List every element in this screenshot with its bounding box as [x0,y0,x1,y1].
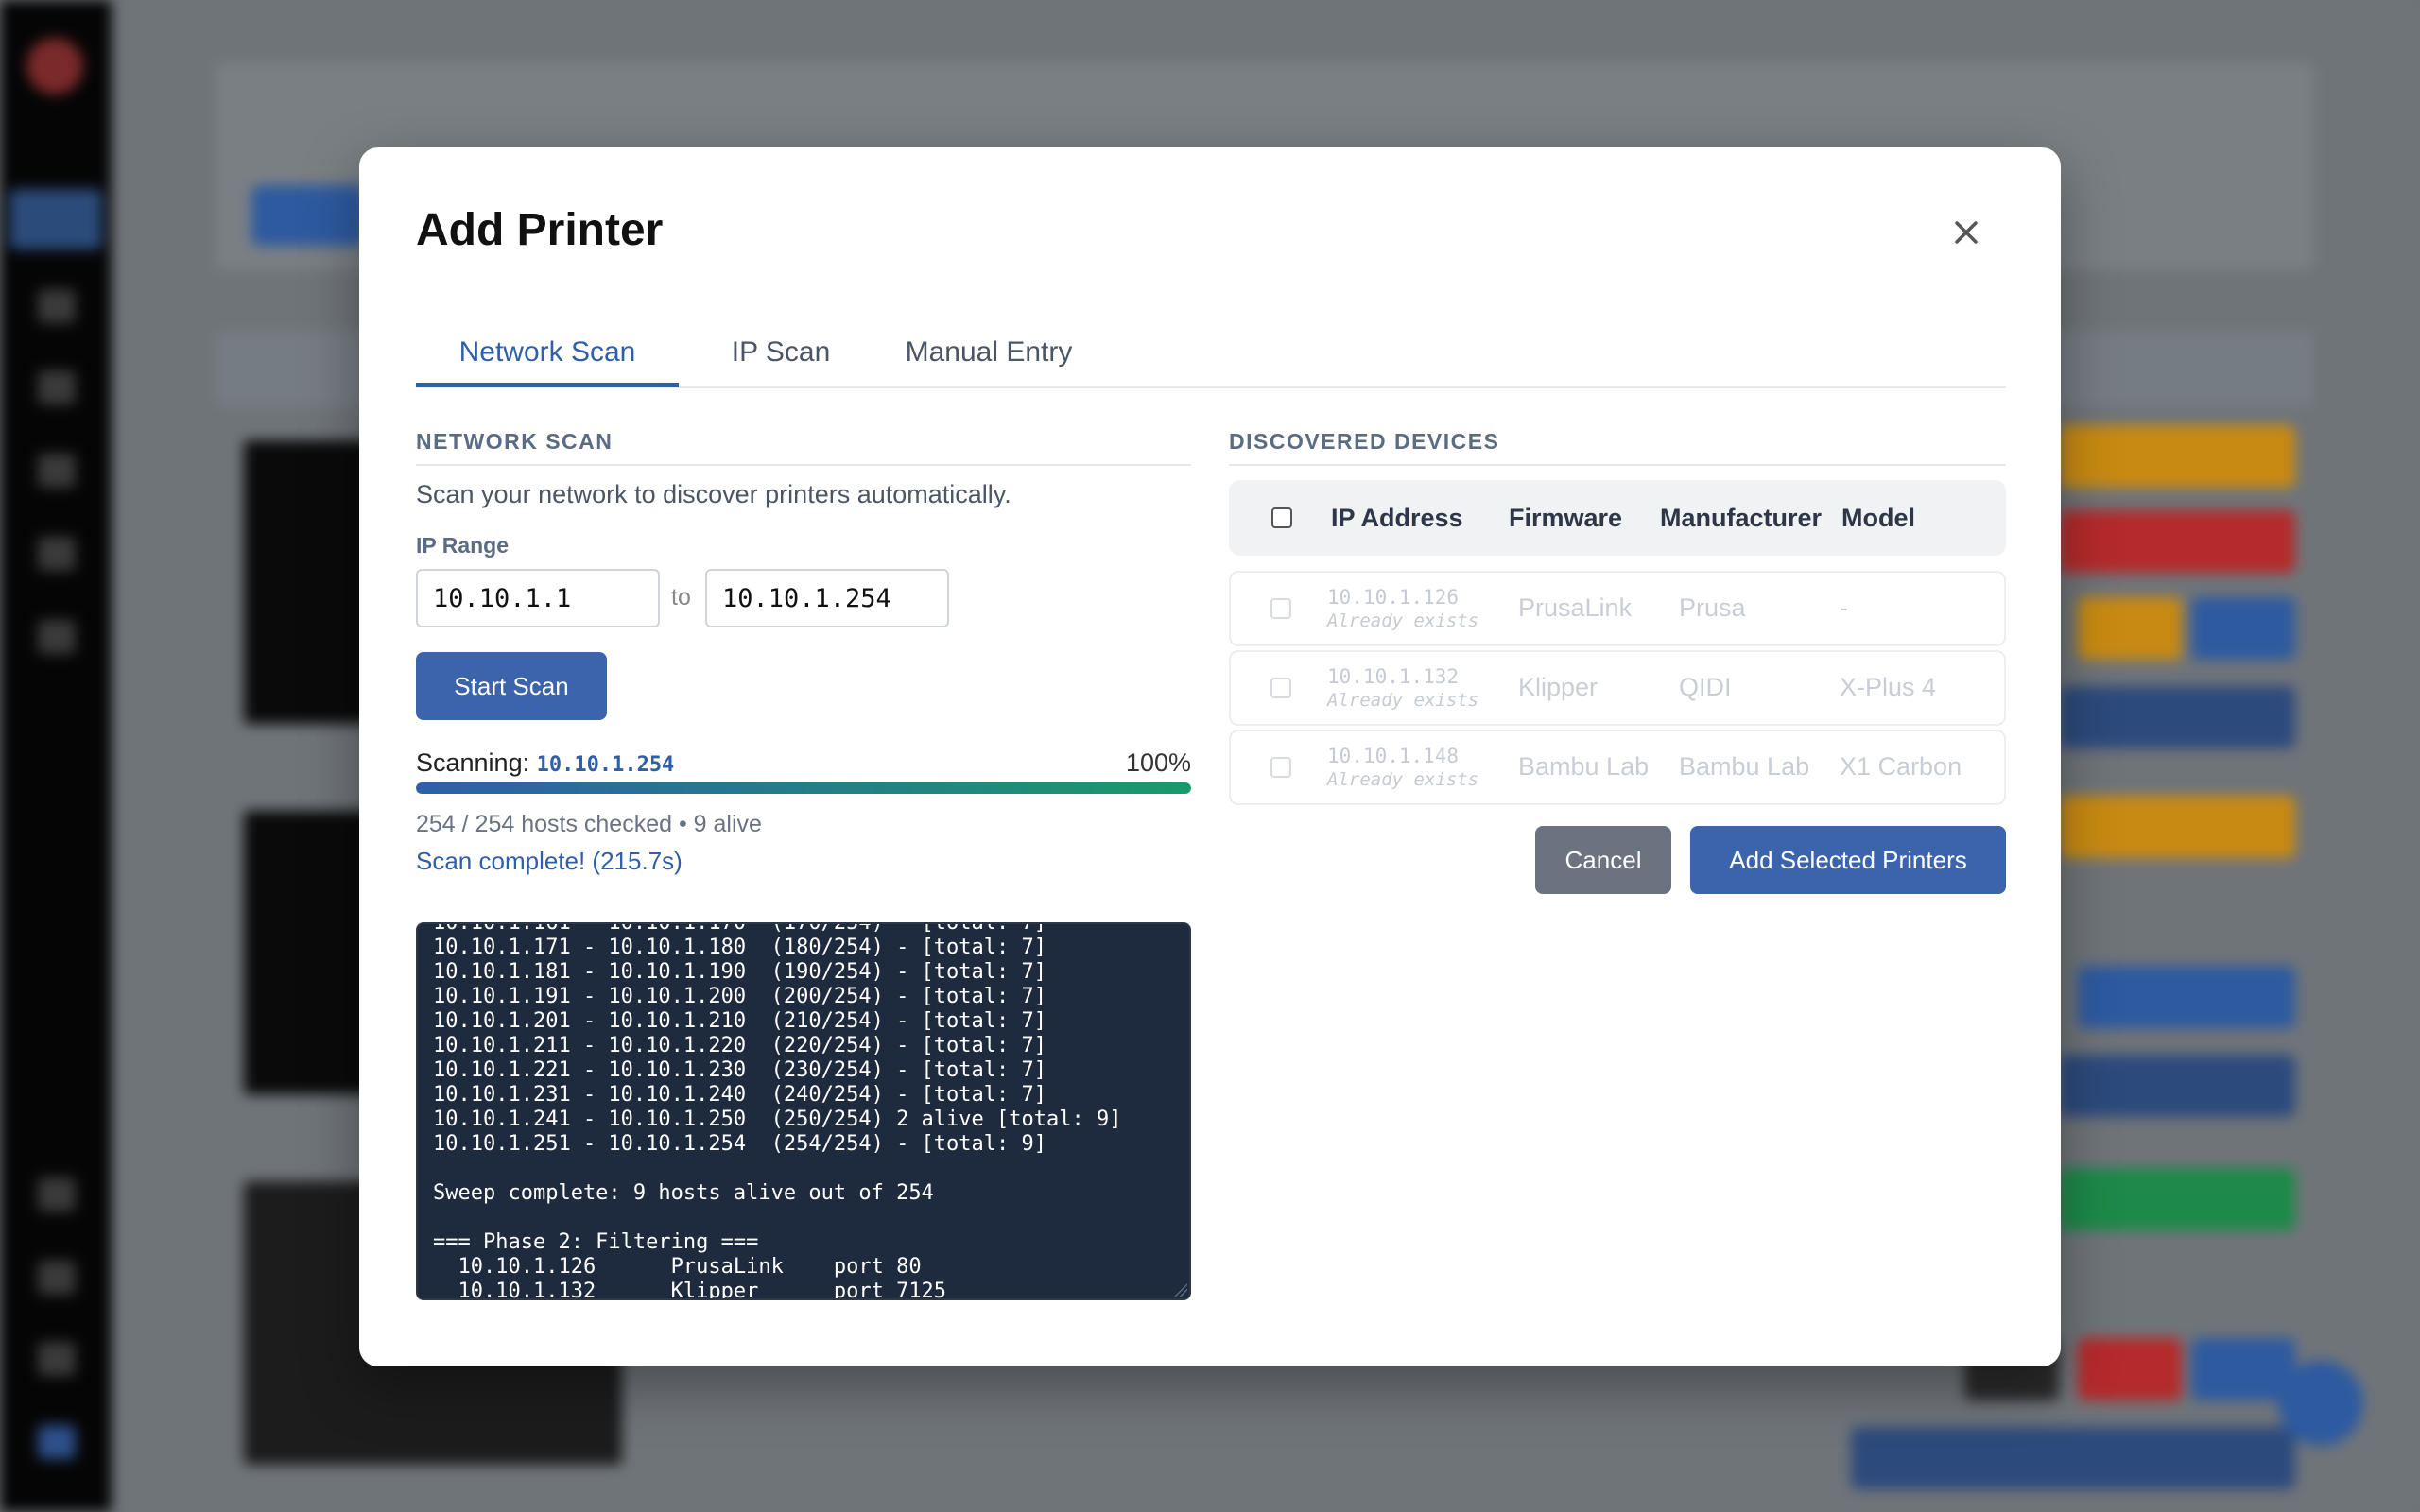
close-button[interactable] [1947,214,1985,251]
scan-log-text: 10.10.1.161 - 10.10.1.170 (170/254) - [t… [433,922,1180,1300]
scan-status: Scanning: 10.10.1.254 [416,748,674,778]
sidebar-nav-item [38,1261,76,1295]
ip-range-label: IP Range [416,533,509,558]
sidebar-nav-item [38,1177,76,1211]
log-line: 10.10.1.201 - 10.10.1.210 (210/254) - [t… [433,1009,1047,1033]
device-ip: 10.10.1.126 [1327,586,1460,609]
log-line: 10.10.1.161 - 10.10.1.170 (170/254) - [t… [433,922,1047,935]
tab-manual-entry[interactable]: Manual Entry [883,316,1095,386]
bg-button [2078,597,2182,660]
ip-start-input[interactable] [416,569,660,627]
cancel-button[interactable]: Cancel [1535,826,1671,894]
log-line: 10.10.1.231 - 10.10.1.240 (240/254) - [t… [433,1083,1047,1107]
device-model: - [1840,593,1848,622]
bg-button [2059,510,2295,573]
device-manufacturer: Bambu Lab [1679,752,1810,781]
device-manufacturer: QIDI [1679,673,1732,701]
scan-log[interactable]: 10.10.1.161 - 10.10.1.170 (170/254) - [t… [416,922,1191,1300]
progress-bar [416,782,1191,794]
log-line: 10.10.1.251 - 10.10.1.254 (254/254) - [t… [433,1132,1047,1156]
floating-action-button [2278,1361,2363,1446]
discovered-devices-heading: DISCOVERED DEVICES [1229,429,2006,466]
log-line: 10.10.1.241 - 10.10.1.250 (250/254) 2 al… [433,1108,1122,1131]
log-line: 10.10.1.132 Klipper port 7125 [433,1280,947,1300]
column-header-manufacturer: Manufacturer [1660,504,1823,532]
bg-button [2059,1055,2295,1117]
tab-network-scan[interactable]: Network Scan [416,316,679,387]
sidebar-nav-item [38,1342,76,1376]
device-row: 10.10.1.148 Already exists Bambu Lab Bam… [1229,730,2006,805]
bg-button [2059,425,2295,488]
log-line: 10.10.1.211 - 10.10.1.220 (220/254) - [t… [433,1034,1047,1057]
network-scan-heading: NETWORK SCAN [416,429,1191,466]
device-status: Already exists [1327,769,1479,790]
device-status: Already exists [1327,690,1479,711]
sidebar-nav-item [38,289,76,323]
devices-table-header: IP Address Firmware Manufacturer Model [1229,480,2006,556]
add-selected-printers-button[interactable]: Add Selected Printers [1690,826,2006,894]
scan-description: Scan your network to discover printers a… [416,480,1011,508]
bg-button [2078,1338,2182,1400]
sidebar-nav-item [38,370,76,404]
log-line: 10.10.1.191 - 10.10.1.200 (200/254) - [t… [433,985,1047,1008]
column-header-ip: IP Address [1331,504,1463,532]
log-line: 10.10.1.221 - 10.10.1.230 (230/254) - [t… [433,1058,1047,1082]
sidebar-nav-item [38,537,76,571]
bg-button [2059,1168,2295,1230]
resize-handle[interactable] [1174,1283,1187,1297]
sidebar-nav-item [38,1425,76,1459]
bg-button [2059,796,2295,858]
device-ip: 10.10.1.132 [1327,665,1460,688]
progress-fill [416,782,1191,794]
log-line: 10.10.1.126 PrusaLink port 80 [433,1255,922,1279]
tab-ip-scan[interactable]: IP Scan [724,316,838,386]
progress-percent: 100% [1125,748,1191,777]
scan-complete-message: Scan complete! (215.7s) [416,847,683,875]
sidebar-nav-item [9,189,102,249]
close-icon [1955,221,1978,244]
ip-end-input[interactable] [705,569,949,627]
device-checkbox[interactable] [1270,757,1291,778]
app-sidebar [0,0,112,1512]
to-label: to [671,584,691,610]
device-row: 10.10.1.126 Already exists PrusaLink Pru… [1229,571,2006,646]
select-all-checkbox[interactable] [1271,507,1292,528]
tab-bar: Network Scan IP Scan Manual Entry [416,316,2006,388]
device-status: Already exists [1327,610,1479,631]
hosts-checked: 254 / 254 hosts checked • 9 alive [416,811,762,837]
device-model: X-Plus 4 [1840,673,1937,701]
column-header-model: Model [1841,504,1915,532]
bg-button [251,185,365,246]
scanning-ip: 10.10.1.254 [536,753,675,777]
device-row: 10.10.1.132 Already exists Klipper QIDI … [1229,650,2006,726]
modal-title: Add Printer [416,205,664,255]
device-ip: 10.10.1.148 [1327,745,1460,767]
bg-button [2059,686,2295,748]
bg-button [2191,597,2295,660]
sidebar-nav-item [38,454,76,488]
device-firmware: Bambu Lab [1518,752,1650,781]
bg-button [2078,966,2295,1028]
log-line: === Phase 2: Filtering === [433,1230,759,1254]
device-model: X1 Carbon [1840,752,1962,781]
log-line: 10.10.1.171 - 10.10.1.180 (180/254) - [t… [433,936,1047,959]
column-header-firmware: Firmware [1509,504,1623,532]
log-line: 10.10.1.181 - 10.10.1.190 (190/254) - [t… [433,960,1047,984]
scanning-label: Scanning: [416,748,530,777]
sidebar-nav-item [38,620,76,654]
device-firmware: PrusaLink [1518,593,1633,622]
device-manufacturer: Prusa [1679,593,1746,622]
bg-button [1851,1427,2295,1489]
log-line: Sweep complete: 9 hosts alive out of 254 [433,1181,934,1205]
start-scan-button[interactable]: Start Scan [416,652,607,720]
device-checkbox[interactable] [1270,678,1291,698]
add-printer-modal: Add Printer Network Scan IP Scan Manual … [359,147,2061,1366]
device-firmware: Klipper [1518,673,1599,701]
app-logo [26,38,83,94]
device-checkbox[interactable] [1270,598,1291,619]
